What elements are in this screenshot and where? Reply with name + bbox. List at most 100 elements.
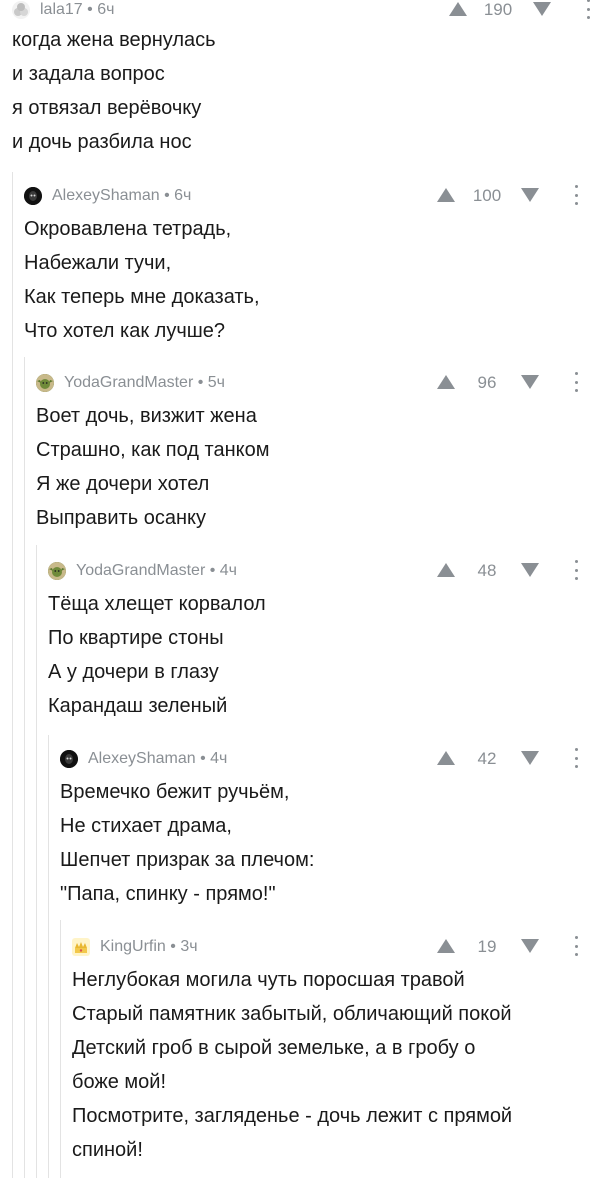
comment-line: и задала вопрос <box>12 63 165 85</box>
thread-line <box>12 172 13 1178</box>
comment-rating: 48 <box>477 561 497 580</box>
upvote-icon[interactable] <box>437 375 455 389</box>
yoda-icon <box>48 562 66 580</box>
upvote-icon[interactable] <box>449 2 467 16</box>
comment-line: "Папа, спинку - прямо!" <box>60 883 276 905</box>
comment-line: Окровавлена тетрадь, <box>24 218 232 240</box>
comment-line: когда жена вернулась <box>12 29 216 51</box>
more-options-icon[interactable] <box>570 560 582 580</box>
comment-body: Времечко бежит ручьём, Не стихает драма,… <box>60 775 600 911</box>
comment-line: Что хотел как лучше? <box>24 320 226 342</box>
comment-line: я отвязал верёвочку <box>12 97 202 119</box>
more-options-icon[interactable] <box>570 936 582 956</box>
comment-line: Времечко бежит ручьём, <box>60 781 290 803</box>
comment-header: YodaGrandMaster • 5ч 96 <box>36 370 600 396</box>
comment-header: AlexeyShaman • 4ч 42 <box>60 746 600 772</box>
author-name[interactable]: lala17 <box>40 1 83 18</box>
comment-time[interactable]: 4ч <box>220 562 237 579</box>
comment-line: Страшно, как под танком <box>36 439 270 461</box>
comment: lala17 • 6ч 190 когда жена вернулась и з… <box>12 0 600 159</box>
comment-meta: lala17 • 6ч <box>40 1 115 18</box>
comment: AlexeyShaman • 4ч 42 Времечко бежит ручь… <box>60 746 600 911</box>
comment-line: Карандаш зеленый <box>48 695 228 717</box>
hooded-figure-icon <box>60 750 78 768</box>
comment-meta: AlexeyShaman • 4ч <box>88 750 228 767</box>
avatar-placeholder-icon <box>14 3 28 16</box>
upvote-icon[interactable] <box>437 188 455 202</box>
comment-line: Старый памятник забытый, обличающий поко… <box>72 1003 512 1025</box>
comment-rating: 96 <box>477 373 497 392</box>
downvote-icon[interactable] <box>521 751 539 765</box>
thread-line <box>36 545 37 1178</box>
comment-header: YodaGrandMaster • 4ч 48 <box>48 558 600 584</box>
more-options-icon[interactable] <box>570 372 582 392</box>
avatar-lala17[interactable] <box>12 1 30 19</box>
comment-meta: KingUrfin • 3ч <box>100 938 198 955</box>
comment-body: Воет дочь, визжит жена Страшно, как под … <box>36 399 600 535</box>
comment-meta: YodaGrandMaster • 4ч <box>76 562 237 579</box>
avatar-yodagrandmaster[interactable] <box>48 562 66 580</box>
comment-meta: YodaGrandMaster • 5ч <box>64 374 225 391</box>
comment: AlexeyShaman • 6ч 100 Окровавлена тетрад… <box>24 183 600 348</box>
more-options-icon[interactable] <box>582 0 594 19</box>
comment-line: и дочь разбила нос <box>12 131 192 153</box>
yoda-icon <box>36 374 54 392</box>
hooded-figure-icon <box>24 187 42 205</box>
avatar-kingurfin[interactable] <box>72 938 90 956</box>
comment: YodaGrandMaster • 4ч 48 Тёща хлещет корв… <box>48 558 600 723</box>
comment-line: Тёща хлещет корвалол <box>48 593 266 615</box>
comment-time[interactable]: 6ч <box>97 1 114 18</box>
upvote-icon[interactable] <box>437 751 455 765</box>
comment-line: А у дочери в глазу <box>48 661 219 683</box>
author-name[interactable]: AlexeyShaman <box>88 750 196 767</box>
thread-line <box>48 735 49 1178</box>
comment: KingUrfin • 3ч 19 Неглубокая могила чуть… <box>72 934 600 1167</box>
comment-time[interactable]: 3ч <box>180 938 197 955</box>
downvote-icon[interactable] <box>521 188 539 202</box>
comment-rating: 190 <box>483 0 513 19</box>
downvote-icon[interactable] <box>521 563 539 577</box>
avatar-alexeyshaman[interactable] <box>24 187 42 205</box>
more-options-icon[interactable] <box>570 185 582 205</box>
comment-header: lala17 • 6ч 190 <box>12 0 600 23</box>
comment-body: Тёща хлещет корвалол По квартире стоны А… <box>48 587 600 723</box>
comment-rating: 42 <box>477 749 497 768</box>
avatar-yodagrandmaster[interactable] <box>36 374 54 392</box>
comment-meta: AlexeyShaman • 6ч <box>52 187 192 204</box>
comment-rating: 19 <box>477 937 497 956</box>
author-name[interactable]: AlexeyShaman <box>52 187 160 204</box>
author-name[interactable]: KingUrfin <box>100 938 166 955</box>
comment-line: Воет дочь, визжит жена <box>36 405 257 427</box>
comment-body: Окровавлена тетрадь, Набежали тучи, Как … <box>24 212 600 348</box>
comment-line: Я же дочери хотел <box>36 473 210 495</box>
comment-header: KingUrfin • 3ч 19 <box>72 934 600 960</box>
upvote-icon[interactable] <box>437 939 455 953</box>
upvote-icon[interactable] <box>437 563 455 577</box>
downvote-icon[interactable] <box>533 2 551 16</box>
comment-line: Шепчет призрак за плечом: <box>60 849 315 871</box>
comment-header: AlexeyShaman • 6ч 100 <box>24 183 600 209</box>
downvote-icon[interactable] <box>521 375 539 389</box>
king-crown-icon <box>75 942 87 953</box>
more-options-icon[interactable] <box>570 748 582 768</box>
comment-time[interactable]: 6ч <box>174 187 191 204</box>
comment-line: Выправить осанку <box>36 507 206 529</box>
downvote-icon[interactable] <box>521 939 539 953</box>
comment-line: Посмотрите, загляденье - дочь лежит с пр… <box>72 1105 513 1127</box>
comment-body: когда жена вернулась и задала вопрос я о… <box>12 23 600 159</box>
comment-time[interactable]: 4ч <box>210 750 227 767</box>
author-name[interactable]: YodaGrandMaster <box>64 374 193 391</box>
comment-line: боже мой! <box>72 1071 167 1093</box>
comment-line: Набежали тучи, <box>24 252 172 274</box>
comment-line: Не стихает драма, <box>60 815 232 837</box>
comment-body: Неглубокая могила чуть поросшая травой С… <box>72 963 600 1167</box>
comment-time[interactable]: 5ч <box>208 374 225 391</box>
thread-line <box>24 357 25 1178</box>
comment-line: Детский гроб в сырой земельке, а в гробу… <box>72 1037 476 1059</box>
comment-rating: 100 <box>472 186 502 205</box>
avatar-alexeyshaman[interactable] <box>60 750 78 768</box>
comment: YodaGrandMaster • 5ч 96 Воет дочь, визжи… <box>36 370 600 535</box>
comment-line: Неглубокая могила чуть поросшая травой <box>72 969 465 991</box>
comment-line: Как теперь мне доказать, <box>24 286 260 308</box>
author-name[interactable]: YodaGrandMaster <box>76 562 205 579</box>
